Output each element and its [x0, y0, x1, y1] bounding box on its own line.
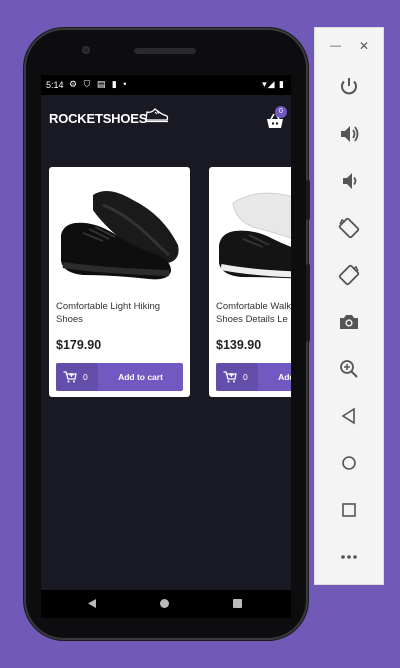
back-icon[interactable] — [337, 404, 361, 428]
app-header: ROCKETSHOES 0 — [41, 95, 291, 145]
side-power-button — [306, 180, 310, 220]
volume-down-icon[interactable] — [337, 169, 361, 193]
home-icon[interactable] — [337, 451, 361, 475]
more-icon[interactable] — [337, 545, 361, 569]
product-card: Comfortable Walking Shoes Details Le $13… — [209, 167, 291, 397]
cart-amount: 0 — [83, 372, 88, 382]
front-camera — [82, 46, 90, 54]
product-title: Comfortable Light Hiking Shoes — [56, 301, 161, 325]
cart-amount: 0 — [243, 372, 248, 382]
rotate-left-icon[interactable] — [337, 216, 361, 240]
rotate-right-icon[interactable] — [337, 263, 361, 287]
earpiece — [134, 48, 196, 54]
add-to-cart-label: Add to cart — [118, 372, 163, 382]
status-right-icons: ▾◢ ▮ — [262, 79, 285, 89]
status-time: 5:14 — [46, 80, 64, 90]
toolbar-window-controls: — ✕ — [315, 28, 385, 66]
zoom-icon[interactable] — [337, 357, 361, 381]
add-shopping-cart-icon — [223, 371, 237, 383]
add-to-cart-label: Add to cart — [278, 372, 291, 382]
add-to-cart-button[interactable]: 0 Add to cart — [216, 363, 291, 391]
product-price: $179.90 — [56, 338, 102, 352]
close-icon[interactable]: ✕ — [359, 39, 369, 53]
product-image — [53, 175, 185, 293]
nav-home-icon[interactable] — [160, 599, 169, 608]
product-card: Comfortable Light Hiking Shoes $179.90 0… — [49, 167, 190, 397]
product-price: $139.90 — [216, 338, 262, 352]
emulator-toolbar: — ✕ — [314, 27, 384, 585]
status-bar: 5:14 ⚙ ⛉ ▤ ▮ • ▾◢ ▮ — [41, 75, 291, 95]
shoe-logo-icon — [145, 108, 169, 123]
nav-back-icon[interactable] — [87, 598, 97, 609]
add-to-cart-button[interactable]: 0 Add to cart — [56, 363, 183, 391]
product-title: Comfortable Walking Shoes Details Le — [216, 301, 291, 325]
add-shopping-cart-icon — [63, 371, 77, 383]
minimize-icon[interactable]: — — [330, 40, 341, 52]
volume-up-icon[interactable] — [337, 122, 361, 146]
device-screen: 5:14 ⚙ ⛉ ▤ ▮ • ▾◢ ▮ ROCKETSHOES 0 Comfor… — [41, 75, 291, 618]
camera-icon[interactable] — [337, 310, 361, 334]
cart-count-badge: 0 — [275, 106, 287, 118]
power-icon[interactable] — [337, 75, 361, 99]
phone-frame: 5:14 ⚙ ⛉ ▤ ▮ • ▾◢ ▮ ROCKETSHOES 0 Comfor… — [24, 28, 310, 640]
brand-logo[interactable]: ROCKETSHOES — [49, 111, 147, 126]
side-volume-button — [306, 264, 310, 342]
product-list[interactable]: Comfortable Light Hiking Shoes $179.90 0… — [49, 167, 291, 407]
notification-icons: ⚙ ⛉ ▤ ▮ • — [69, 79, 129, 89]
navigation-bar — [41, 590, 291, 618]
product-image — [213, 175, 291, 293]
nav-overview-icon[interactable] — [233, 599, 242, 608]
overview-icon[interactable] — [337, 498, 361, 522]
